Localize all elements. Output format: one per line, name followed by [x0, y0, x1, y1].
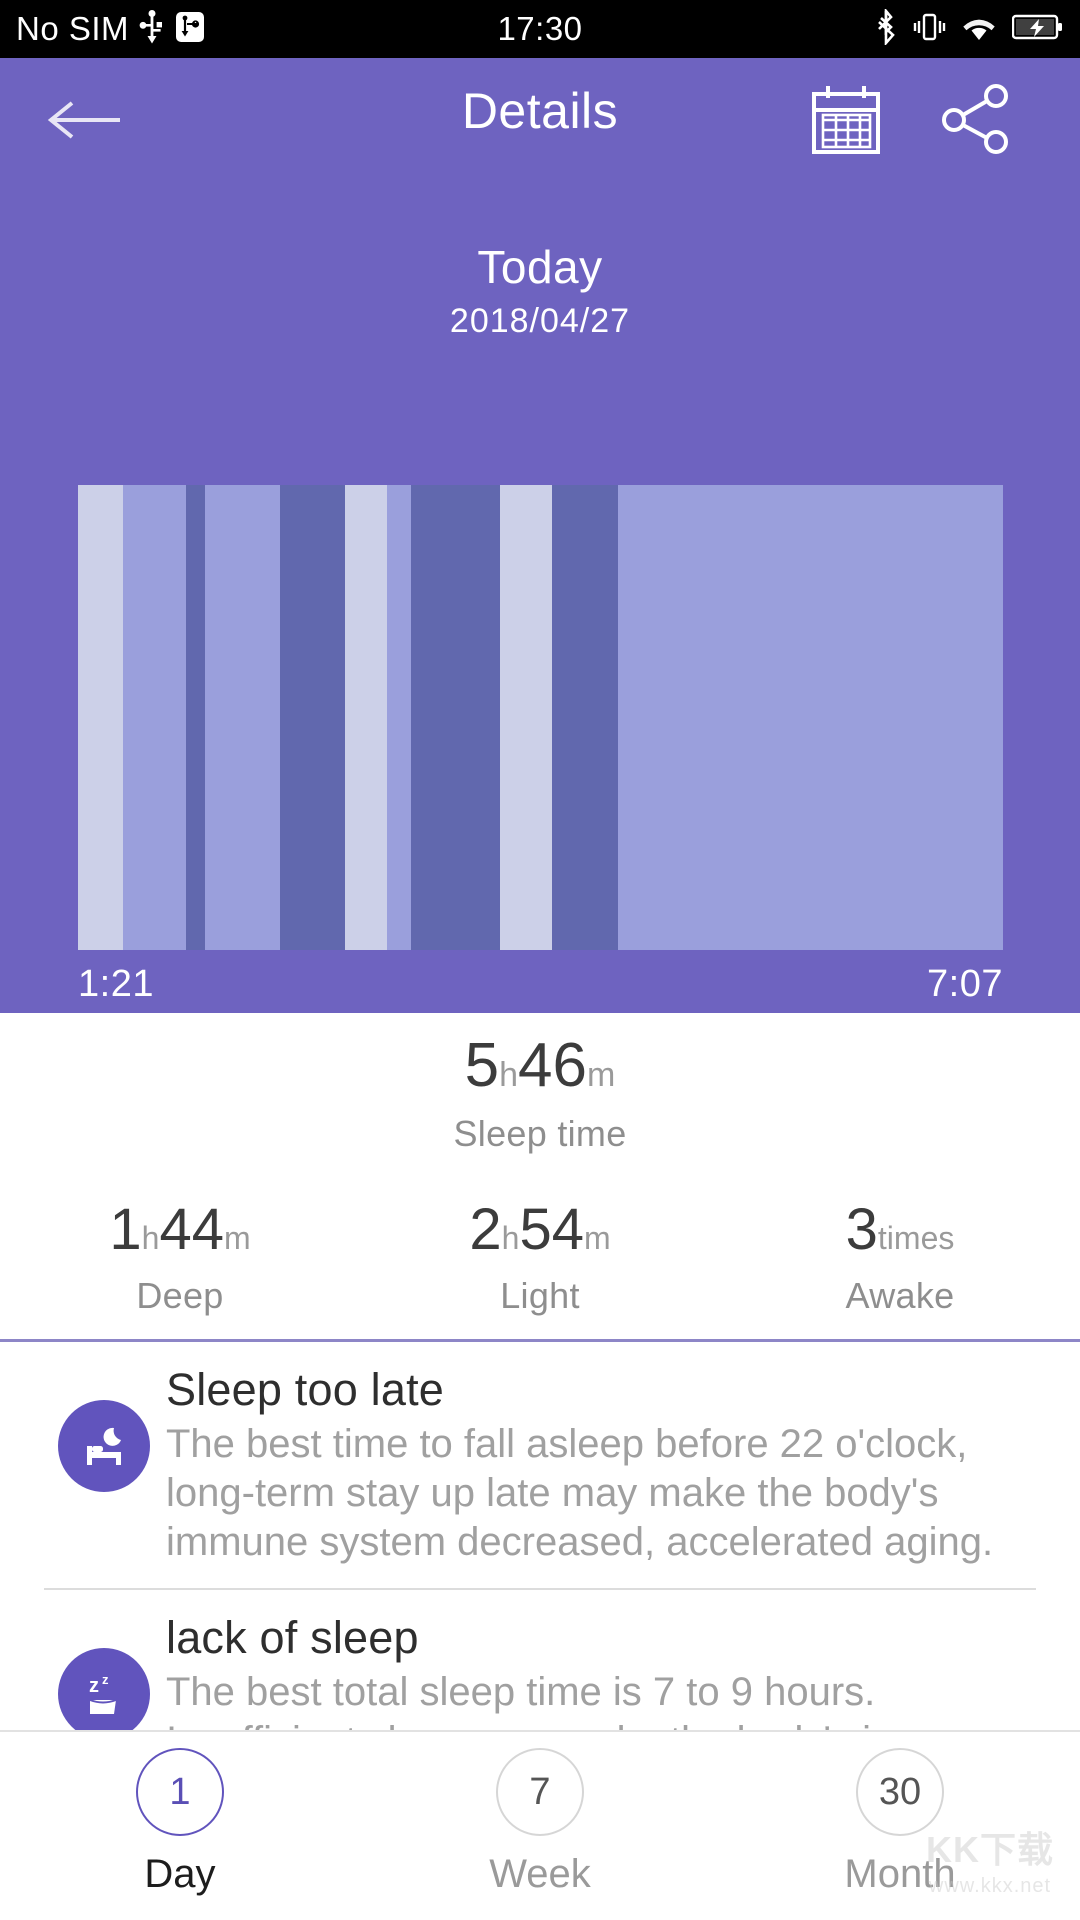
- share-icon: [942, 84, 1008, 154]
- stat-light-number: 2: [469, 1197, 502, 1262]
- svg-text:z: z: [102, 1672, 109, 1687]
- advice-item-sleep-too-late[interactable]: Sleep too late The best time to fall asl…: [0, 1342, 1080, 1580]
- stat-light-value: 2h54m: [360, 1201, 720, 1259]
- tab-day-label: Day: [144, 1852, 216, 1896]
- sleep-totals: 5h46m Sleep time 1h44m Deep 2h54m Light …: [0, 1013, 1080, 1317]
- sleep-time-minutes: 46: [518, 1031, 588, 1100]
- bed-moon-icon: [58, 1400, 150, 1492]
- tab-day-number: 1: [136, 1748, 224, 1836]
- stat-awake: 3times Awake: [720, 1201, 1080, 1317]
- advice-body: Sleep too late The best time to fall asl…: [166, 1364, 1080, 1566]
- sleep-segment-light: [204, 485, 280, 950]
- svg-text:z: z: [89, 1675, 99, 1697]
- sleep-time-minutes-unit: m: [587, 1056, 616, 1094]
- sleep-segment-awake: [345, 485, 387, 950]
- stat-awake-value: 3times: [720, 1201, 1080, 1259]
- chart-end-time: 7:07: [927, 963, 1003, 1005]
- tab-week[interactable]: 7 Week: [360, 1748, 720, 1897]
- chart-time-axis: 1:21 7:07: [78, 963, 1003, 1006]
- calendar-icon: [812, 86, 880, 154]
- tab-week-label: Week: [489, 1852, 591, 1896]
- sleep-time-hours-unit: h: [499, 1056, 519, 1094]
- tab-month[interactable]: 30 Month: [720, 1748, 1080, 1897]
- advice-title: lack of sleep: [166, 1612, 419, 1664]
- stat-deep: 1h44m Deep: [0, 1201, 360, 1317]
- status-bar: No SIM 17:30: [0, 0, 1080, 58]
- date-label: 2018/04/27: [449, 302, 631, 340]
- tab-month-label: Month: [844, 1852, 956, 1896]
- tab-day[interactable]: 1 Day: [0, 1748, 360, 1897]
- share-button[interactable]: [936, 82, 1018, 158]
- range-tab-bar: 1 Day 7 Week 30 Month: [0, 1730, 1080, 1920]
- chart-start-time: 1:21: [78, 963, 154, 1005]
- status-bar-right: [874, 6, 1064, 50]
- sleep-segment-awake: [499, 485, 552, 950]
- stat-light: 2h54m Light: [360, 1201, 720, 1317]
- sleep-summary-panel: Details Today 2018/04/27 1:21 7:07: [0, 58, 1080, 1013]
- sleep-segment-deep: [186, 485, 205, 950]
- sleep-segment-deep: [410, 485, 500, 950]
- calendar-button[interactable]: [806, 82, 886, 158]
- sleep-segment-light: [386, 485, 411, 950]
- sleep-time-hours: 5: [464, 1031, 500, 1100]
- stat-awake-unit1: times: [877, 1220, 955, 1256]
- battery-charging-icon: [1011, 13, 1064, 46]
- app-bar: Details: [0, 58, 1080, 178]
- stat-deep-number: 1: [109, 1197, 142, 1262]
- tab-week-number: 7: [496, 1748, 584, 1836]
- sleep-segment-deep: [279, 485, 346, 950]
- stat-deep-value: 1h44m: [0, 1201, 360, 1259]
- sleep-segment-light: [618, 485, 1003, 950]
- advice-list: Sleep too late The best time to fall asl…: [0, 1342, 1080, 1780]
- stat-deep-unit2: m: [223, 1220, 251, 1256]
- wifi-icon: [960, 12, 998, 47]
- vibrate-icon: [912, 10, 946, 49]
- stat-deep-unit1: h: [141, 1220, 160, 1256]
- stat-light-unit2: m: [583, 1220, 611, 1256]
- stat-light-number2: 54: [519, 1197, 584, 1262]
- advice-text: The best time to fall asleep before 22 o…: [166, 1422, 994, 1564]
- day-label: Today: [477, 241, 603, 293]
- tab-month-number: 30: [856, 1748, 944, 1836]
- app-screen: No SIM 17:30 Details Today 2018/04/27 1:…: [0, 0, 1080, 1920]
- sleep-segment-awake: [78, 485, 124, 950]
- advice-title: Sleep too late: [166, 1364, 445, 1415]
- sleep-stats-row: 1h44m Deep 2h54m Light 3times Awake: [0, 1201, 1080, 1317]
- bluetooth-icon: [874, 6, 898, 50]
- sleep-segment-deep: [551, 485, 619, 950]
- sleep-hypnogram-chart[interactable]: [78, 485, 1003, 950]
- stat-light-unit1: h: [501, 1220, 520, 1256]
- sleep-time-label: Sleep time: [453, 1113, 627, 1154]
- stat-awake-number: 3: [845, 1197, 878, 1262]
- sleep-time-total: 5h46m Sleep time: [0, 1035, 1080, 1155]
- page-title: Details: [461, 83, 619, 139]
- stat-deep-number2: 44: [159, 1197, 224, 1262]
- stat-awake-label: Awake: [845, 1275, 955, 1316]
- sleep-segment-light: [123, 485, 187, 950]
- sleep-time-value: 5h46m: [0, 1035, 1080, 1097]
- sleeping-zz-icon: z z: [58, 1648, 150, 1741]
- stat-deep-label: Deep: [136, 1275, 224, 1316]
- stat-light-label: Light: [500, 1275, 580, 1316]
